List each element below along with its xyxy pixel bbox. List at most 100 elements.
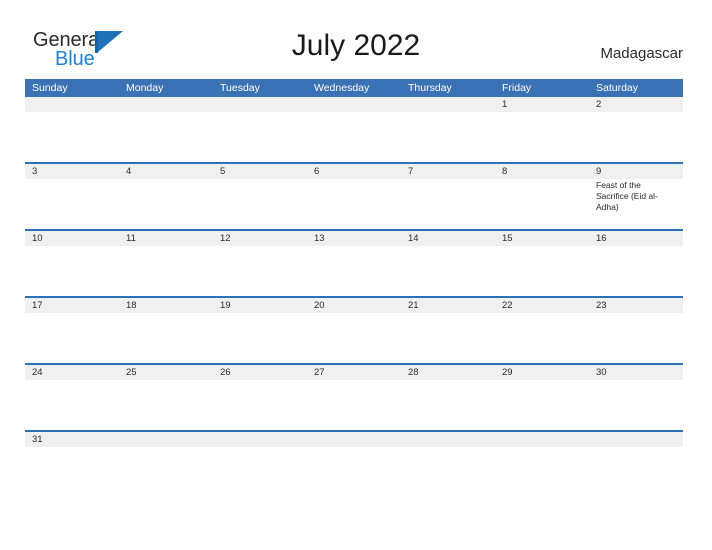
week-row: 10 11 12 13 14 15 16 — [25, 229, 683, 296]
event-cell[interactable] — [307, 112, 401, 162]
day-cell[interactable] — [213, 432, 307, 447]
event-cell[interactable] — [401, 112, 495, 162]
event-cell[interactable] — [119, 380, 213, 430]
day-cell[interactable] — [119, 97, 213, 112]
day-cell[interactable]: 7 — [401, 164, 495, 179]
day-cell[interactable]: 18 — [119, 298, 213, 313]
day-number: 3 — [32, 166, 38, 177]
event-cell[interactable] — [119, 112, 213, 162]
day-cell[interactable]: 22 — [495, 298, 589, 313]
day-cell[interactable] — [119, 432, 213, 447]
weekday-header-saturday: Saturday — [596, 82, 639, 94]
day-cell[interactable]: 19 — [213, 298, 307, 313]
day-number: 8 — [502, 166, 508, 177]
event-cell[interactable] — [213, 112, 307, 162]
event-cell[interactable] — [495, 112, 589, 162]
day-cell[interactable] — [401, 432, 495, 447]
day-cell[interactable]: 2 — [589, 97, 683, 112]
week-event-area: Feast of the Sacrifice (Eid al-Adha) — [25, 179, 683, 229]
event-cell[interactable] — [495, 246, 589, 296]
event-cell[interactable] — [25, 380, 119, 430]
event-cell[interactable] — [213, 313, 307, 363]
day-cell[interactable]: 26 — [213, 365, 307, 380]
day-cell[interactable]: 30 — [589, 365, 683, 380]
day-cell[interactable] — [307, 432, 401, 447]
day-number: 29 — [502, 367, 513, 378]
day-cell[interactable]: 24 — [25, 365, 119, 380]
week-row: 31 — [25, 430, 683, 447]
event-cell[interactable] — [589, 313, 683, 363]
event-cell[interactable] — [213, 246, 307, 296]
day-number: 20 — [314, 300, 325, 311]
event-cell[interactable] — [589, 112, 683, 162]
day-cell[interactable]: 10 — [25, 231, 119, 246]
event-cell[interactable] — [401, 380, 495, 430]
event-cell[interactable] — [495, 380, 589, 430]
day-cell[interactable]: 16 — [589, 231, 683, 246]
day-number: 31 — [32, 434, 43, 445]
day-number: 25 — [126, 367, 137, 378]
event-cell[interactable] — [307, 380, 401, 430]
day-cell[interactable]: 6 — [307, 164, 401, 179]
event-cell[interactable] — [25, 313, 119, 363]
day-number: 30 — [596, 367, 607, 378]
day-cell[interactable]: 29 — [495, 365, 589, 380]
day-cell[interactable]: 21 — [401, 298, 495, 313]
day-cell[interactable]: 13 — [307, 231, 401, 246]
day-cell[interactable] — [589, 432, 683, 447]
event-cell[interactable] — [589, 380, 683, 430]
day-cell[interactable]: 3 — [25, 164, 119, 179]
event-cell[interactable] — [119, 246, 213, 296]
event-cell[interactable] — [119, 313, 213, 363]
day-cell[interactable] — [307, 97, 401, 112]
day-cell[interactable]: 15 — [495, 231, 589, 246]
calendar-table: Sunday Monday Tuesday Wednesday Thursday… — [25, 79, 683, 447]
day-cell[interactable] — [25, 97, 119, 112]
day-cell[interactable] — [401, 97, 495, 112]
event-cell[interactable] — [213, 380, 307, 430]
day-number: 16 — [596, 233, 607, 244]
event-cell[interactable] — [25, 179, 119, 229]
day-number: 7 — [408, 166, 414, 177]
weekday-header-row: Sunday Monday Tuesday Wednesday Thursday… — [25, 79, 683, 97]
event-cell[interactable] — [495, 179, 589, 229]
event-cell[interactable] — [401, 246, 495, 296]
day-cell[interactable] — [213, 97, 307, 112]
day-cell[interactable]: 4 — [119, 164, 213, 179]
event-cell[interactable] — [25, 246, 119, 296]
day-cell[interactable]: 9 — [589, 164, 683, 179]
day-number: 6 — [314, 166, 320, 177]
day-number: 24 — [32, 367, 43, 378]
event-cell[interactable] — [589, 246, 683, 296]
day-cell[interactable]: 28 — [401, 365, 495, 380]
event-cell[interactable] — [119, 179, 213, 229]
day-cell[interactable]: 27 — [307, 365, 401, 380]
event-cell[interactable] — [307, 179, 401, 229]
event-cell[interactable] — [307, 246, 401, 296]
day-cell[interactable]: 23 — [589, 298, 683, 313]
day-cell[interactable]: 5 — [213, 164, 307, 179]
day-cell[interactable]: 12 — [213, 231, 307, 246]
event-cell[interactable] — [401, 179, 495, 229]
day-cell[interactable]: 17 — [25, 298, 119, 313]
day-number: 19 — [220, 300, 231, 311]
day-cell[interactable]: 31 — [25, 432, 119, 447]
country-label: Madagascar — [600, 45, 683, 62]
day-cell[interactable]: 25 — [119, 365, 213, 380]
event-cell[interactable] — [25, 112, 119, 162]
day-cell[interactable]: 8 — [495, 164, 589, 179]
day-cell[interactable]: 1 — [495, 97, 589, 112]
event-cell[interactable]: Feast of the Sacrifice (Eid al-Adha) — [589, 179, 683, 229]
weekday-header-wednesday: Wednesday — [314, 82, 370, 94]
day-number: 13 — [314, 233, 325, 244]
day-cell[interactable]: 14 — [401, 231, 495, 246]
event-cell[interactable] — [401, 313, 495, 363]
day-cell[interactable]: 20 — [307, 298, 401, 313]
day-number: 21 — [408, 300, 419, 311]
week-event-area — [25, 246, 683, 296]
day-cell[interactable]: 11 — [119, 231, 213, 246]
day-cell[interactable] — [495, 432, 589, 447]
event-cell[interactable] — [307, 313, 401, 363]
event-cell[interactable] — [213, 179, 307, 229]
event-cell[interactable] — [495, 313, 589, 363]
